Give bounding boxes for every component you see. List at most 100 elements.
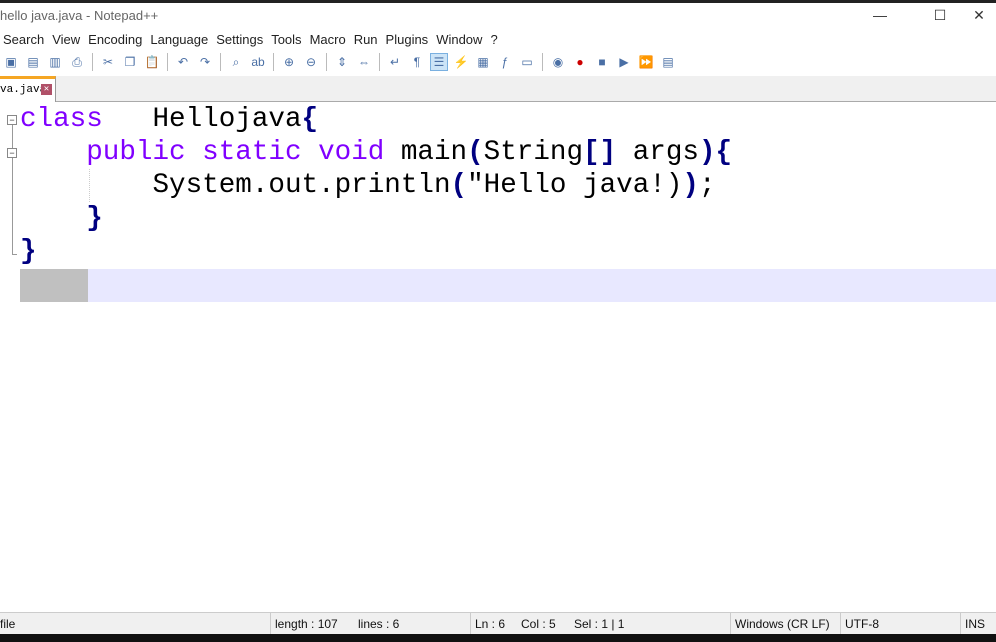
tab-bar: va.java ✕ [0,76,996,102]
code-token: public static void [86,137,385,168]
find-icon[interactable]: ⌕ [227,53,245,71]
save-macro-icon[interactable]: ▤ [659,53,677,71]
close-button[interactable]: ✕ [962,3,996,29]
status-filetype: file [0,617,16,631]
undo-icon[interactable]: ↶ [174,53,192,71]
menu-view[interactable]: View [49,30,85,50]
cut-icon[interactable]: ✂ [99,53,117,71]
code-token: ( [450,170,468,201]
tab-hello-java[interactable]: va.java ✕ [0,76,56,102]
code-token: { [301,104,319,135]
close-icon[interactable]: ▤ [24,53,42,71]
code-token: ( [467,137,484,168]
menu-bar: Search View Encoding Language Settings T… [0,30,996,50]
monitoring-icon[interactable]: ◉ [549,53,567,71]
toolbar-separator [379,53,380,71]
toolbar-separator [542,53,543,71]
fold-margin: − − [0,103,20,608]
udl-icon[interactable]: ⚡ [452,53,470,71]
code-line: public static void main(String[] args){ [20,136,732,169]
tab-close-icon[interactable]: ✕ [41,84,52,95]
menu-tools[interactable]: Tools [268,30,306,50]
sync-horizontal-icon[interactable]: ⇔ [355,53,373,71]
code-token: "Hello java!) [467,170,683,201]
code-token: Hellojava [102,104,302,135]
run-macro-multiple-icon[interactable]: ⏩ [637,53,655,71]
stop-macro-icon[interactable]: ■ [593,53,611,71]
status-bar: file length : 107 lines : 6 Ln : 6 Col :… [0,612,996,635]
toolbar-separator [326,53,327,71]
editor[interactable]: − − class Hellojava{ public static void … [0,103,996,608]
status-ln: Ln : 6 [470,613,505,635]
menu-run[interactable]: Run [351,30,383,50]
toolbar-separator [273,53,274,71]
window-title: hello java.java - Notepad++ [0,8,159,23]
status-length: length : 107 [270,613,338,635]
word-wrap-icon[interactable]: ↵ [386,53,404,71]
redo-icon[interactable]: ↷ [196,53,214,71]
code-token: class [20,104,103,135]
menu-language[interactable]: Language [147,30,213,50]
code-line: System.out.println("Hello java!)); [20,169,732,202]
toolbar: ▣ ▤ ▥ ⎙ ✂ ❐ 📋 ↶ ↷ ⌕ ab ⊕ ⊖ ⇕ ⇔ ↵ ¶ ☰ ⚡ ▦ ƒ ▭ ◉ ● ■ ▶ ⏩ ▤ [0,50,996,74]
play-macro-icon[interactable]: ▶ [615,53,633,71]
code-token: } [86,203,103,234]
code-line: } [20,202,732,235]
fold-toggle-icon[interactable]: − [7,148,17,158]
code-area[interactable]: class Hellojava{ public static void main… [20,103,732,301]
status-mode: INS [960,613,985,635]
code-token: String [483,137,584,168]
menu-settings[interactable]: Settings [213,30,268,50]
code-token: args [616,137,699,168]
function-list-icon[interactable]: ƒ [496,53,514,71]
toolbar-separator [167,53,168,71]
tab-label: va.java [0,84,47,96]
code-token: } [20,236,37,267]
paste-icon[interactable]: 📋 [143,53,161,71]
menu-encoding[interactable]: Encoding [85,30,147,50]
print-icon[interactable]: ⎙ [68,53,86,71]
status-lines: lines : 6 [358,617,400,631]
sync-vertical-icon[interactable]: ⇕ [333,53,351,71]
code-token: main [384,137,468,168]
menu-search[interactable]: Search [0,30,49,50]
status-sel: Sel : 1 | 1 [574,617,625,631]
code-token: ; [698,170,716,201]
status-col: Col : 5 [521,617,556,631]
title-bar: hello java.java - Notepad++ [0,3,996,30]
toolbar-separator [220,53,221,71]
minimize-button[interactable]: — [857,3,903,29]
code-line: class Hellojava{ [20,103,732,136]
zoom-in-icon[interactable]: ⊕ [280,53,298,71]
code-token: ) [698,137,716,168]
toolbar-separator [92,53,93,71]
status-eol: Windows (CR LF) [730,613,830,635]
menu-window[interactable]: Window [433,30,487,50]
status-encoding: UTF-8 [840,613,879,635]
copy-icon[interactable]: ❐ [121,53,139,71]
fold-end [12,254,17,255]
replace-icon[interactable]: ab [249,53,267,71]
taskbar [0,634,996,642]
menu-macro[interactable]: Macro [307,30,351,50]
close-all-icon[interactable]: ▣ [2,53,20,71]
folder-workspace-icon[interactable]: ▭ [518,53,536,71]
fold-toggle-icon[interactable]: − [7,115,17,125]
doc-map-icon[interactable]: ▦ [474,53,492,71]
show-all-chars-icon[interactable]: ¶ [408,53,426,71]
code-token: { [715,137,733,168]
close-others-icon[interactable]: ▥ [46,53,64,71]
code-token: System.out.println [20,170,451,201]
fold-line [12,120,13,254]
code-token: [] [583,137,617,168]
zoom-out-icon[interactable]: ⊖ [302,53,320,71]
menu-plugins[interactable]: Plugins [383,30,434,50]
code-token: ) [682,170,699,201]
menu-help[interactable]: ? [487,30,502,50]
record-macro-icon[interactable]: ● [571,53,589,71]
indent-guide-icon[interactable]: ☰ [430,53,448,71]
maximize-button[interactable]: ☐ [917,3,963,29]
